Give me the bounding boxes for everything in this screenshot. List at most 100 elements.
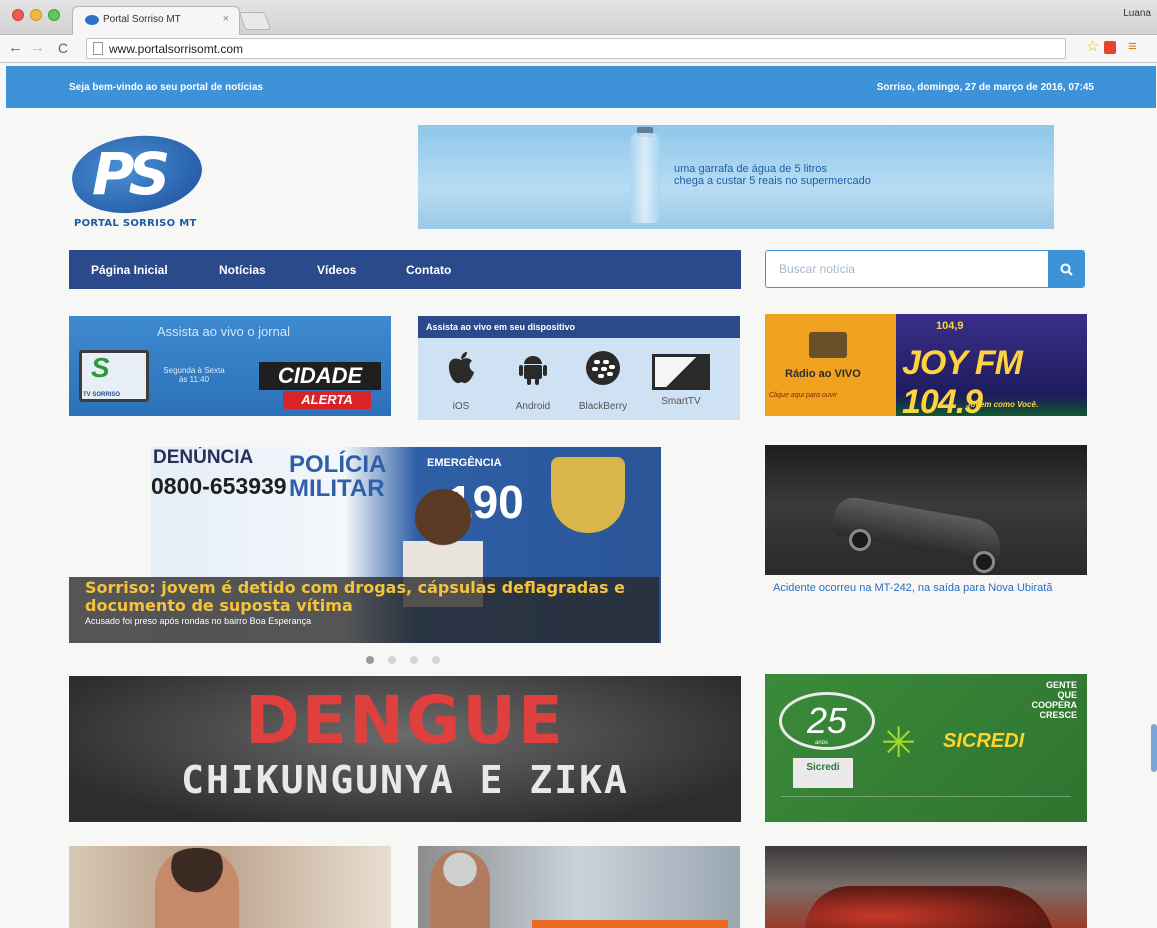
minimize-window-button[interactable] xyxy=(30,9,42,21)
device-label: SmartTV xyxy=(661,396,701,407)
water-bottle-image xyxy=(630,133,660,223)
slogan-line: CRESCE xyxy=(1039,710,1077,720)
side-news-item[interactable]: Acidente ocorreu na MT-242, na saída par… xyxy=(765,445,1087,625)
tab-close-icon[interactable]: × xyxy=(223,13,229,25)
forward-icon[interactable]: → xyxy=(30,40,45,56)
browser-tab[interactable]: Portal Sorriso MT × xyxy=(72,6,240,35)
sicredi-ad-banner[interactable]: 25 anos Sicredi ✳ SICREDI GENTE QUE COOP… xyxy=(765,674,1087,822)
nav-item-news[interactable]: Notícias xyxy=(219,263,266,277)
nav-item-home[interactable]: Página Inicial xyxy=(91,263,168,277)
sicredi-slogan: GENTE QUE COOPERA CRESCE xyxy=(987,680,1077,720)
device-label: BlackBerry xyxy=(578,401,628,412)
headline-title[interactable]: Sorriso: jovem é detido com drogas, cáps… xyxy=(85,579,643,615)
new-tab-button[interactable] xyxy=(238,12,272,30)
favicon-icon xyxy=(85,15,99,25)
dengue-ad-title: DENGUE xyxy=(245,682,565,759)
scrollbar-thumb[interactable] xyxy=(1151,724,1157,772)
show-name-line-2: ALERTA xyxy=(283,391,371,409)
side-news-caption[interactable]: Acidente ocorreu na MT-242, na saída par… xyxy=(773,581,1073,596)
slider-dot-4[interactable] xyxy=(432,656,440,664)
anniversary-anos: anos xyxy=(815,740,829,746)
news-thumbnail-3[interactable] xyxy=(765,846,1087,928)
news-thumbnail-2[interactable] xyxy=(418,846,740,928)
slider-dot-2[interactable] xyxy=(388,656,396,664)
bookmark-star-icon[interactable]: ☆ xyxy=(1086,39,1099,55)
tv-channel-mark: S xyxy=(91,352,110,383)
profile-name[interactable]: Luana xyxy=(1123,8,1151,19)
blackberry-icon xyxy=(568,350,638,395)
nav-item-contact[interactable]: Contato xyxy=(406,263,451,277)
radio-frequency: 104,9 xyxy=(936,320,964,332)
url-text[interactable]: www.portalsorrisomt.com xyxy=(109,42,243,56)
banner-ad-line-1: uma garrafa de água de 5 litros xyxy=(674,163,827,175)
banner-ad-line-2: chega a custar 5 reais no supermercado xyxy=(674,175,871,187)
browser-tab-bar: Portal Sorriso MT × Luana xyxy=(0,0,1157,35)
slogan-line: GENTE xyxy=(1045,680,1077,690)
nav-item-videos[interactable]: Vídeos xyxy=(317,263,356,277)
dengue-ad-banner[interactable]: DENGUE CHIKUNGUNYA E ZIKA xyxy=(69,676,741,822)
headline-caption[interactable]: Sorriso: jovem é detido com drogas, cáps… xyxy=(69,577,659,643)
search-input[interactable] xyxy=(766,251,1048,287)
search-button[interactable] xyxy=(1048,251,1084,287)
back-icon[interactable]: ← xyxy=(8,40,23,56)
photo-text-denuncia: DENÚNCIA xyxy=(153,447,254,468)
devices-promo-heading: Assista ao vivo em seu dispositivo xyxy=(418,316,740,338)
slogan-line: QUE xyxy=(1057,690,1077,700)
reload-icon[interactable]: C xyxy=(58,40,68,56)
headline-slider[interactable]: DENÚNCIA 0800-653939 POLÍCIA MILITAR EME… xyxy=(69,447,741,643)
page-icon xyxy=(93,42,103,55)
slider-dot-3[interactable] xyxy=(410,656,418,664)
menu-icon[interactable]: ≡ xyxy=(1128,39,1137,55)
search-form xyxy=(765,250,1085,288)
close-window-button[interactable] xyxy=(12,9,24,21)
dengue-ad-subtitle: CHIKUNGUNYA E ZIKA xyxy=(181,758,629,802)
slider-dot-1[interactable] xyxy=(366,656,374,664)
device-label: Android xyxy=(515,401,551,412)
joy-fm-logo: 104,9 JOY FM 104.9 Jovem como Você. xyxy=(896,314,1087,416)
date-time-text: Sorriso, domingo, 27 de março de 2016, 0… xyxy=(876,82,1094,93)
device-smarttv[interactable]: SmartTV xyxy=(646,346,716,416)
show-name-line-1: CIDADE xyxy=(259,362,381,390)
thumbnail-tag xyxy=(532,920,728,928)
device-blackberry[interactable]: BlackBerry xyxy=(568,346,638,416)
tv-schedule: Segunda à Sexta às 11:40 xyxy=(163,366,225,384)
sicredi-star-icon: ✳ xyxy=(881,719,917,766)
welcome-text: Seja bem-vindo ao seu portal de notícias xyxy=(69,82,263,93)
device-android[interactable]: Android xyxy=(498,346,568,416)
logo-mark: PS xyxy=(92,140,170,208)
maximize-window-button[interactable] xyxy=(48,9,60,21)
tv-channel-label: TV SORRISO xyxy=(83,392,121,398)
photo-text-policia-word: POLÍCIA xyxy=(289,451,387,478)
site-logo[interactable]: PS PORTAL SORRISO MT xyxy=(66,125,228,234)
address-bar[interactable]: www.portalsorrisomt.com xyxy=(86,38,1066,59)
banner-ad-text: uma garrafa de água de 5 litros chega a … xyxy=(674,163,871,187)
device-ios[interactable]: iOS xyxy=(426,346,496,416)
browser-toolbar: ← → C www.portalsorrisomt.com ☆ ≡ xyxy=(0,35,1157,63)
police-badge-image xyxy=(551,457,625,533)
devices-promo[interactable]: Assista ao vivo em seu dispositivo iOS A… xyxy=(418,316,740,420)
sicredi-brand: SICREDI xyxy=(943,730,1025,752)
slogan-line: COOPERA xyxy=(1031,700,1077,710)
person-image xyxy=(430,850,490,928)
news-thumbnail-1[interactable] xyxy=(69,846,391,928)
web-page: Seja bem-vindo ao seu portal de notícias… xyxy=(0,64,1157,928)
smarttv-icon xyxy=(652,354,710,390)
top-info-bar: Seja bem-vindo ao seu portal de notícias… xyxy=(6,66,1156,108)
tv-live-promo[interactable]: Assista ao vivo o jornal S TV SORRISO Se… xyxy=(69,316,391,416)
tv-promo-heading: Assista ao vivo o jornal xyxy=(157,324,290,339)
office-extension-icon[interactable] xyxy=(1104,41,1116,54)
sicredi-coop-label: Sicredi xyxy=(793,758,853,788)
top-banner-ad[interactable]: uma garrafa de água de 5 litros chega a … xyxy=(418,125,1054,229)
tab-title: Portal Sorriso MT xyxy=(103,14,181,25)
person-image xyxy=(155,848,239,928)
sicredi-fine-print xyxy=(781,796,1071,814)
photo-text-phone: 0800-653939 xyxy=(151,473,287,499)
radio-live-promo[interactable]: Rádio ao VIVO Clique aqui para ouvir 104… xyxy=(765,314,1087,416)
headline-subtitle: Acusado foi preso após rondas no bairro … xyxy=(85,616,312,626)
main-navigation: Página Inicial Notícias Vídeos Contato xyxy=(69,250,741,289)
police-car-image xyxy=(805,886,1055,928)
radio-slogan: Jovem como Você. xyxy=(966,400,1039,409)
accident-photo xyxy=(765,445,1087,575)
photo-text-emergencia: EMERGÊNCIA xyxy=(427,457,502,469)
android-icon xyxy=(498,350,568,395)
